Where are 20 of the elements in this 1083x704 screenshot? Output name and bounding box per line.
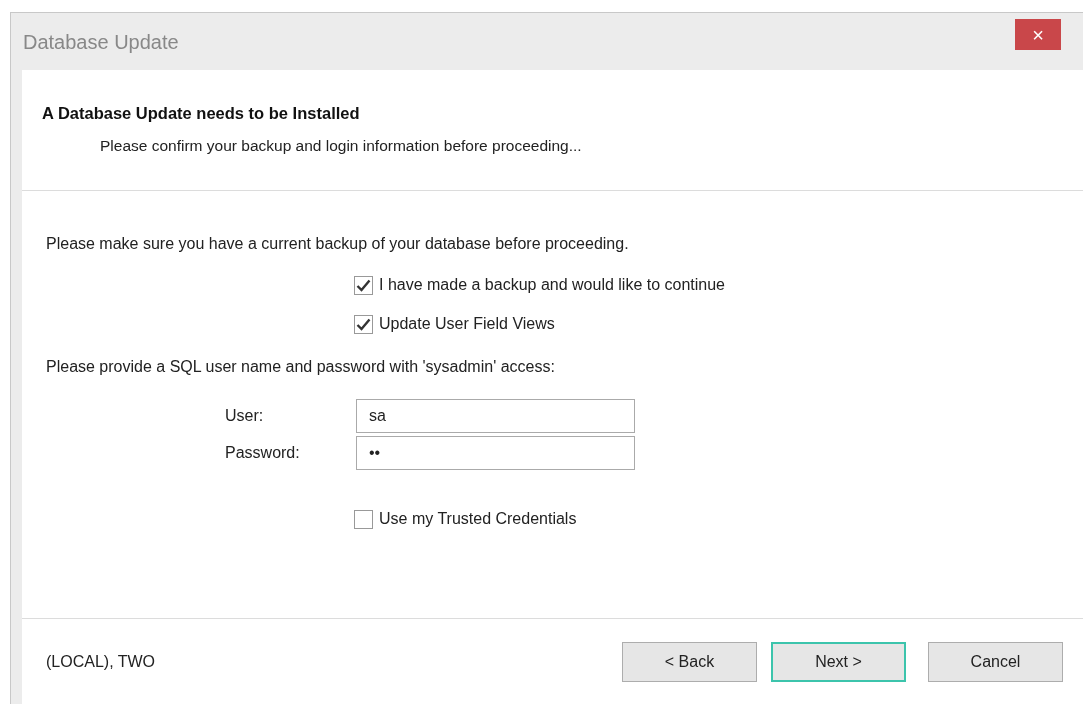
close-button[interactable]: × [1015,19,1061,50]
field-label: Password: [225,443,301,463]
checkbox[interactable] [354,275,373,295]
checkbox-label: Use my Trusted Credentials [379,509,577,529]
instruction-text: Please provide a SQL user name and password with 'sysadmin' access: [46,357,556,377]
back-button[interactable]: < Back [622,641,757,682]
user-field[interactable]: sa [356,399,635,433]
window-title: Database Update [23,29,179,55]
header-title: A Database Update needs to be Installed [42,103,361,124]
checkbox[interactable] [354,509,373,529]
password-field[interactable]: •• [356,436,635,470]
field-label: User: [225,406,265,426]
checkbox[interactable] [354,314,373,334]
checkbox-label: Update User Field Views [379,314,555,334]
checkbox-label: I have made a backup and would like to continue [379,275,725,295]
cancel-button[interactable]: Cancel [928,641,1063,682]
server-label: (LOCAL), TWO [46,651,156,672]
header-subtitle: Please confirm your backup and login information before proceeding... [100,135,583,156]
instruction-text: Please make sure you have a current backup of your database before proceeding. [46,234,630,254]
next-button[interactable]: Next > [771,641,906,682]
